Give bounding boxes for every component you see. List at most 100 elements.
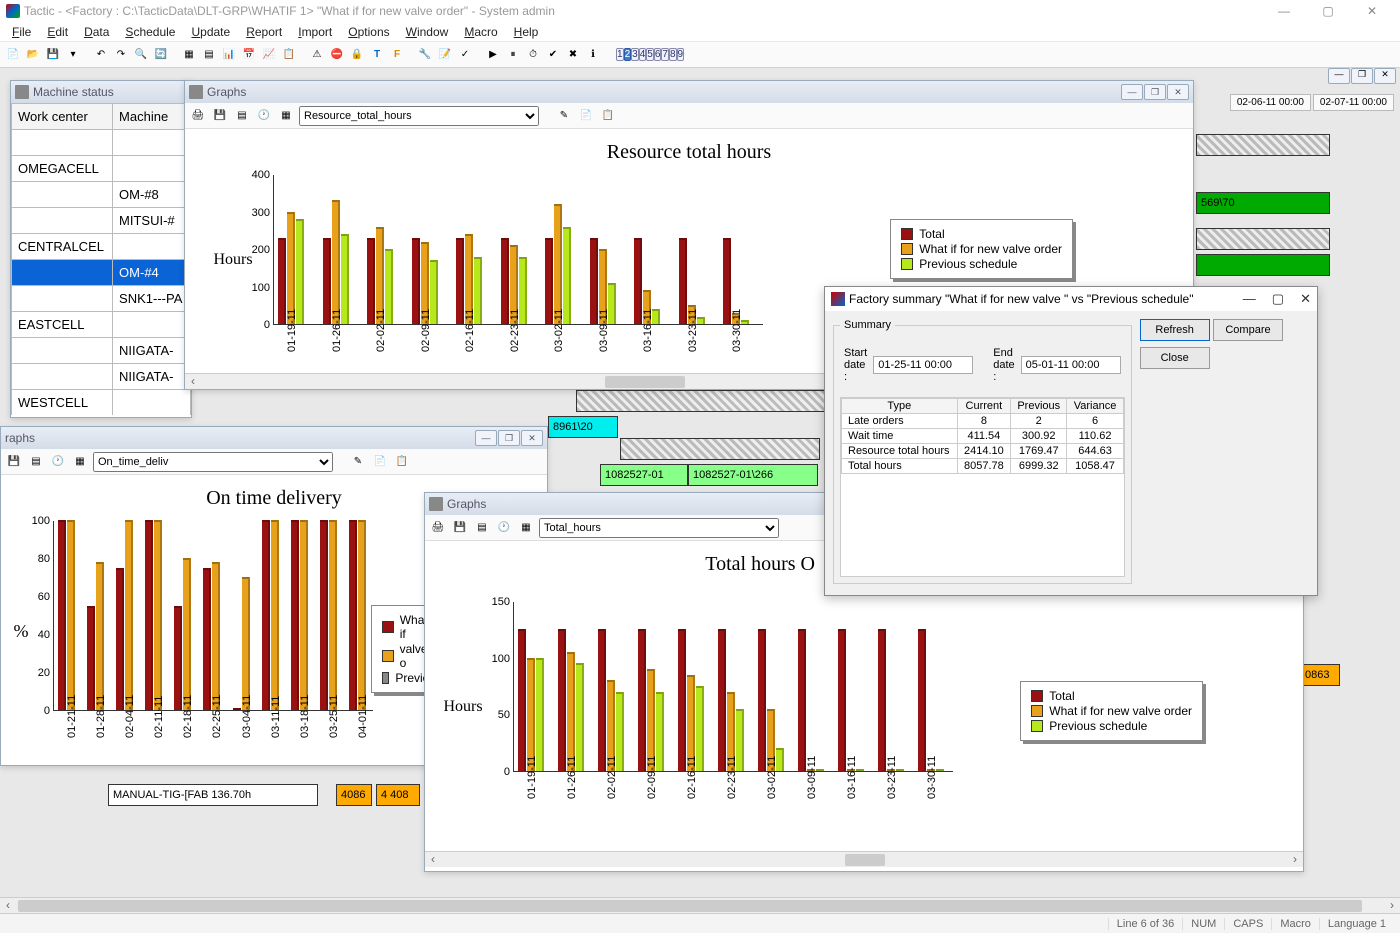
gantt-bar-569[interactable]: 569\70 (1196, 192, 1330, 214)
check-icon[interactable]: ✔ (544, 46, 562, 64)
child-minimize[interactable]: — (475, 430, 497, 446)
menu-file[interactable]: File (4, 23, 39, 41)
scroll-right-icon[interactable]: › (1287, 852, 1303, 868)
x-icon[interactable]: ✖ (564, 46, 582, 64)
scroll-right-icon[interactable]: › (1384, 898, 1400, 914)
gantt-bar-8961[interactable]: 8961\20 (548, 416, 618, 438)
start-date-input[interactable] (873, 356, 973, 374)
compare-button[interactable]: Compare (1213, 319, 1283, 341)
clock-icon[interactable]: 🕐 (495, 519, 513, 537)
menu-update[interactable]: Update (183, 23, 238, 41)
table-row[interactable]: OM-#8 (12, 182, 191, 208)
save-chart-icon[interactable]: 💾 (211, 107, 229, 125)
child-close[interactable]: ✕ (521, 430, 543, 446)
table-row[interactable]: SNK1---PA (12, 286, 191, 312)
menu-schedule[interactable]: Schedule (117, 23, 183, 41)
mdi-minimize[interactable]: — (1328, 68, 1350, 84)
table-icon[interactable]: ▤ (200, 46, 218, 64)
scroll-left-icon[interactable]: ‹ (425, 852, 441, 868)
close-button[interactable]: Close (1140, 347, 1210, 369)
table-row[interactable] (12, 130, 191, 156)
list-icon[interactable]: ▤ (27, 453, 45, 471)
grid-chart-icon[interactable]: ▦ (71, 453, 89, 471)
mdi-close[interactable]: ✕ (1374, 68, 1396, 84)
gantt-bar-bg3[interactable] (576, 390, 836, 412)
menu-data[interactable]: Data (76, 23, 117, 41)
menu-edit[interactable]: Edit (39, 23, 76, 41)
gantt-bar-1082a[interactable]: 1082527-01 (600, 464, 688, 486)
menu-options[interactable]: Options (340, 23, 397, 41)
search-icon[interactable]: 🔍 (132, 46, 150, 64)
save-chart-icon[interactable]: 💾 (451, 519, 469, 537)
view-7[interactable]: 7 (661, 48, 669, 61)
table-row[interactable]: NIIGATA- (12, 364, 191, 390)
new-chart-icon[interactable]: 📄 (371, 453, 389, 471)
dialog-close[interactable]: ✕ (1300, 291, 1311, 307)
list-icon[interactable]: ▤ (473, 519, 491, 537)
refresh-icon[interactable]: 🔄 (152, 46, 170, 64)
stop-icon[interactable]: ⛔ (328, 46, 346, 64)
table-row[interactable]: CENTRALCEL (12, 234, 191, 260)
warn-icon[interactable]: ⚠ (308, 46, 326, 64)
tool-a-icon[interactable]: 🔧 (416, 46, 434, 64)
save-icon[interactable]: 💾 (44, 46, 62, 64)
save-dropdown-icon[interactable]: ▾ (64, 46, 82, 64)
view-3[interactable]: 3 (631, 48, 639, 61)
refresh-button[interactable]: Refresh (1140, 319, 1210, 341)
gantt-bar-bg2[interactable] (1196, 228, 1330, 250)
redo-icon[interactable]: ↷ (112, 46, 130, 64)
table-row[interactable]: OM-#4 (12, 260, 191, 286)
menu-help[interactable]: Help (506, 23, 547, 41)
gantt-bar-bg1[interactable] (1196, 134, 1330, 156)
chart-select[interactable]: Resource_total_hours (299, 106, 539, 126)
machine-status-table[interactable]: Work centerMachineOMEGACELLOM-#8MITSUI-#… (11, 103, 191, 415)
view-1[interactable]: 1 (616, 48, 624, 61)
pause-icon[interactable]: ⏸ (504, 46, 522, 64)
tool-b-icon[interactable]: 📝 (436, 46, 454, 64)
grid-chart-icon[interactable]: ▦ (277, 107, 295, 125)
gantt-bar-manual[interactable]: MANUAL-TIG-[FAB 136.70h (108, 784, 318, 806)
gantt-icon[interactable]: 📊 (220, 46, 238, 64)
table-row[interactable]: WESTCELL (12, 390, 191, 416)
print-icon[interactable]: 🖨 (429, 519, 447, 537)
save-chart-icon[interactable]: 💾 (5, 453, 23, 471)
child-restore[interactable]: ❐ (1144, 84, 1166, 100)
chart-delivery-select[interactable]: On_time_deliv (93, 452, 333, 472)
text-icon[interactable]: T (368, 46, 386, 64)
report-icon[interactable]: 📋 (280, 46, 298, 64)
edit-icon[interactable]: ✎ (555, 107, 573, 125)
scroll-left-icon[interactable]: ‹ (185, 374, 201, 390)
table-row[interactable]: NIIGATA- (12, 338, 191, 364)
dialog-minimize[interactable]: — (1243, 291, 1256, 307)
gantt-bar-1082b[interactable]: 1082527-01\266 (688, 464, 818, 486)
open-icon[interactable]: 📂 (24, 46, 42, 64)
new-icon[interactable]: 📄 (4, 46, 22, 64)
view-2[interactable]: 2 (624, 48, 632, 61)
gantt-bar-green2[interactable] (1196, 254, 1330, 276)
mdi-restore[interactable]: ❐ (1351, 68, 1373, 84)
window-close[interactable]: ✕ (1350, 1, 1394, 21)
window-maximize[interactable]: ▢ (1306, 1, 1350, 21)
list-icon[interactable]: ▤ (233, 107, 251, 125)
view-5[interactable]: 5 (646, 48, 654, 61)
menu-macro[interactable]: Macro (456, 23, 505, 41)
gantt-bar-0863[interactable]: 0863 (1300, 664, 1340, 686)
copy-chart-icon[interactable]: 📋 (599, 107, 617, 125)
clock-icon[interactable]: 🕐 (49, 453, 67, 471)
new-chart-icon[interactable]: 📄 (577, 107, 595, 125)
print-icon[interactable]: 🖨 (189, 107, 207, 125)
view-8[interactable]: 8 (669, 48, 677, 61)
menu-import[interactable]: Import (290, 23, 340, 41)
filter-icon[interactable]: F (388, 46, 406, 64)
dialog-maximize[interactable]: ▢ (1272, 291, 1284, 307)
gantt-bar-4408[interactable]: 4 408 (376, 784, 420, 806)
gantt-bar-bg4[interactable] (620, 438, 820, 460)
chart-total-scroll[interactable]: ‹ › (425, 851, 1303, 867)
grid-chart-icon[interactable]: ▦ (517, 519, 535, 537)
child-minimize[interactable]: — (1121, 84, 1143, 100)
child-restore[interactable]: ❐ (498, 430, 520, 446)
table-row[interactable]: EASTCELL (12, 312, 191, 338)
info-icon[interactable]: ℹ (584, 46, 602, 64)
menu-report[interactable]: Report (238, 23, 290, 41)
edit-icon[interactable]: ✎ (349, 453, 367, 471)
